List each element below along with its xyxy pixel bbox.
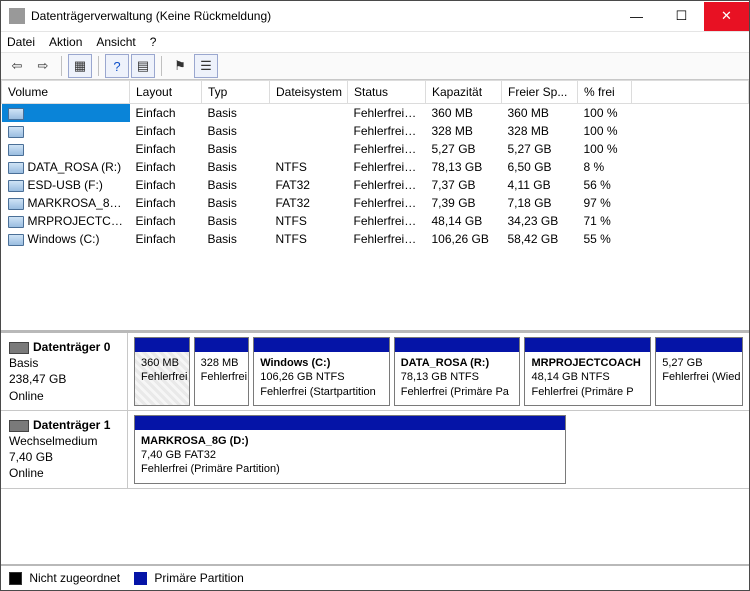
col-cap[interactable]: Kapazität xyxy=(426,81,502,104)
menu-action[interactable]: Aktion xyxy=(49,35,82,49)
graphical-view: Datenträger 0Basis238,47 GBOnline360 MBF… xyxy=(1,333,749,566)
list-icon[interactable]: ☰ xyxy=(194,54,218,78)
partition-stripe xyxy=(254,338,389,352)
volume-icon xyxy=(8,162,24,174)
partition[interactable]: MARKROSA_8G (D:)7,40 GB FAT32Fehlerfrei … xyxy=(134,415,566,484)
menu-help[interactable]: ? xyxy=(150,35,157,49)
partition-stripe xyxy=(135,416,565,430)
col-spacer xyxy=(632,81,749,104)
hdd-icon xyxy=(9,420,29,432)
toolbar-separator xyxy=(61,56,62,76)
menu-view[interactable]: Ansicht xyxy=(96,35,135,49)
col-pct[interactable]: % frei xyxy=(578,81,632,104)
table-header-row: Volume Layout Typ Dateisystem Status Kap… xyxy=(2,81,749,104)
partition-strip: 360 MBFehlerfrei328 MBFehlerfreiWindows … xyxy=(128,333,749,410)
partition[interactable]: DATA_ROSA (R:)78,13 GB NTFSFehlerfrei (P… xyxy=(394,337,521,406)
partition[interactable]: Windows (C:)106,26 GB NTFSFehlerfrei (St… xyxy=(253,337,390,406)
hdd-icon xyxy=(9,342,29,354)
disk-header[interactable]: Datenträger 0Basis238,47 GBOnline xyxy=(1,333,128,410)
volume-icon xyxy=(8,216,24,228)
minimize-button[interactable]: — xyxy=(614,2,659,31)
volume-table: Volume Layout Typ Dateisystem Status Kap… xyxy=(1,80,749,248)
volume-icon xyxy=(8,126,24,138)
titlebar: Datenträgerverwaltung (Keine Rückmeldung… xyxy=(1,1,749,32)
table-icon[interactable]: ▤ xyxy=(131,54,155,78)
legend: Nicht zugeordnet Primäre Partition xyxy=(1,566,749,590)
table-row[interactable]: EinfachBasisFehlerfrei (...5,27 GB5,27 G… xyxy=(2,140,749,158)
col-free[interactable]: Freier Sp... xyxy=(502,81,578,104)
col-status[interactable]: Status xyxy=(348,81,426,104)
partition-stripe xyxy=(195,338,249,352)
legend-primary-label: Primäre Partition xyxy=(154,571,243,585)
partition-strip: MARKROSA_8G (D:)7,40 GB FAT32Fehlerfrei … xyxy=(128,411,749,488)
toolbar: ⇦ ⇨ ▦ ? ▤ ⚑ ☰ xyxy=(1,53,749,80)
partition-stripe xyxy=(525,338,650,352)
window-title: Datenträgerverwaltung (Keine Rückmeldung… xyxy=(31,9,614,23)
menubar: Datei Aktion Ansicht ? xyxy=(1,32,749,53)
app-icon xyxy=(9,8,25,24)
partition-stripe xyxy=(135,338,189,352)
partition-stripe xyxy=(395,338,520,352)
swatch-blue-icon xyxy=(134,572,147,585)
menu-file[interactable]: Datei xyxy=(7,35,35,49)
app-window: Datenträgerverwaltung (Keine Rückmeldung… xyxy=(0,0,750,591)
refresh-icon[interactable]: ⚑ xyxy=(168,54,192,78)
volume-icon xyxy=(8,234,24,246)
table-row[interactable]: MARKROSA_8G (D:)EinfachBasisFAT32Fehlerf… xyxy=(2,194,749,212)
col-layout[interactable]: Layout xyxy=(130,81,202,104)
table-row[interactable]: EinfachBasisFehlerfrei (...328 MB328 MB1… xyxy=(2,122,749,140)
back-icon[interactable]: ⇦ xyxy=(5,54,29,78)
partition[interactable]: 5,27 GBFehlerfrei (Wied xyxy=(655,337,743,406)
col-fs[interactable]: Dateisystem xyxy=(270,81,348,104)
legend-unallocated: Nicht zugeordnet xyxy=(9,571,120,585)
partition[interactable]: 360 MBFehlerfrei xyxy=(134,337,190,406)
table-row[interactable]: DATA_ROSA (R:)EinfachBasisNTFSFehlerfrei… xyxy=(2,158,749,176)
toolbar-separator xyxy=(98,56,99,76)
table-row[interactable]: ESD-USB (F:)EinfachBasisFAT32Fehlerfrei … xyxy=(2,176,749,194)
table-row[interactable]: Windows (C:)EinfachBasisNTFSFehlerfrei (… xyxy=(2,230,749,248)
disk-header[interactable]: Datenträger 1Wechselmedium7,40 GBOnline xyxy=(1,411,128,488)
volume-icon xyxy=(8,180,24,192)
close-button[interactable]: ✕ xyxy=(704,2,749,31)
partition[interactable]: 328 MBFehlerfrei xyxy=(194,337,250,406)
forward-icon[interactable]: ⇨ xyxy=(31,54,55,78)
legend-primary: Primäre Partition xyxy=(134,571,244,585)
maximize-button[interactable]: ☐ xyxy=(659,2,704,31)
volume-icon xyxy=(8,144,24,156)
legend-unallocated-label: Nicht zugeordnet xyxy=(29,571,120,585)
volume-icon xyxy=(8,108,24,120)
volume-list: Volume Layout Typ Dateisystem Status Kap… xyxy=(1,80,749,333)
grid-icon[interactable]: ▦ xyxy=(68,54,92,78)
swatch-black-icon xyxy=(9,572,22,585)
partition-stripe xyxy=(656,338,742,352)
partition[interactable]: MRPROJECTCOACH48,14 GB NTFSFehlerfrei (P… xyxy=(524,337,651,406)
table-row[interactable]: EinfachBasisFehlerfrei (...360 MB360 MB1… xyxy=(2,104,749,123)
volume-icon xyxy=(8,198,24,210)
disk-row: Datenträger 1Wechselmedium7,40 GBOnlineM… xyxy=(1,411,749,489)
toolbar-separator xyxy=(161,56,162,76)
col-volume[interactable]: Volume xyxy=(2,81,130,104)
disk-row: Datenträger 0Basis238,47 GBOnline360 MBF… xyxy=(1,333,749,411)
help-icon[interactable]: ? xyxy=(105,54,129,78)
col-type[interactable]: Typ xyxy=(202,81,270,104)
table-row[interactable]: MRPROJECTCOA...EinfachBasisNTFSFehlerfre… xyxy=(2,212,749,230)
